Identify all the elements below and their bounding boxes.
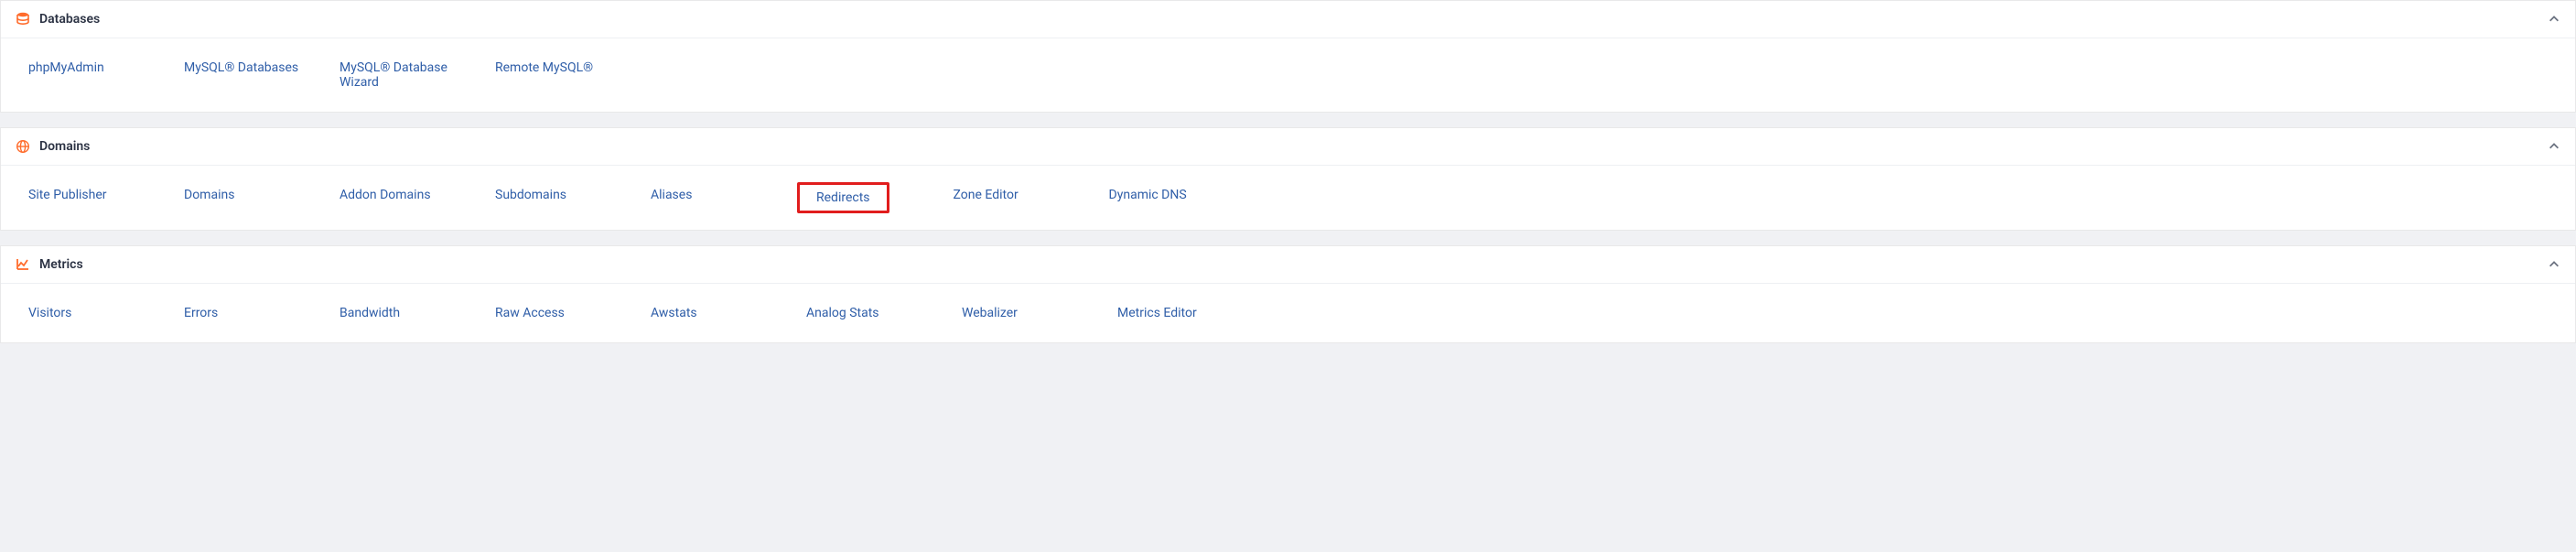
- panel-title-databases: Databases: [39, 12, 100, 27]
- link-subdomains[interactable]: Subdomains: [486, 182, 641, 213]
- link-dynamic-dns[interactable]: Dynamic DNS: [1100, 182, 1256, 213]
- chart-icon: [16, 257, 30, 272]
- link-remote-mysql[interactable]: Remote MySQL®: [486, 55, 641, 95]
- link-domains[interactable]: Domains: [175, 182, 330, 213]
- panel-header-left: Databases: [16, 12, 100, 27]
- panel-title-domains: Domains: [39, 139, 90, 154]
- link-site-publisher[interactable]: Site Publisher: [19, 182, 175, 213]
- link-raw-access[interactable]: Raw Access: [486, 300, 641, 326]
- link-webalizer[interactable]: Webalizer: [953, 300, 1108, 326]
- link-metrics-editor[interactable]: Metrics Editor: [1108, 300, 1264, 326]
- link-mysql-databases[interactable]: MySQL® Databases: [175, 55, 330, 95]
- panel-header-metrics[interactable]: Metrics: [1, 246, 2575, 284]
- panel-header-left: Domains: [16, 139, 90, 154]
- chevron-up-icon[interactable]: [2548, 258, 2560, 271]
- panel-title-metrics: Metrics: [39, 257, 83, 272]
- panel-body-databases: phpMyAdmin MySQL® Databases MySQL® Datab…: [1, 38, 2575, 112]
- globe-icon: [16, 139, 30, 154]
- panel-databases: Databases phpMyAdmin MySQL® Databases My…: [0, 0, 2576, 113]
- link-visitors[interactable]: Visitors: [19, 300, 175, 326]
- link-addon-domains[interactable]: Addon Domains: [330, 182, 486, 213]
- link-analog-stats[interactable]: Analog Stats: [797, 300, 953, 326]
- panel-domains: Domains Site Publisher Domains Addon Dom…: [0, 127, 2576, 231]
- link-redirects[interactable]: Redirects: [797, 182, 889, 213]
- link-awstats[interactable]: Awstats: [641, 300, 797, 326]
- database-icon: [16, 12, 30, 27]
- chevron-up-icon[interactable]: [2548, 140, 2560, 153]
- link-errors[interactable]: Errors: [175, 300, 330, 326]
- link-bandwidth[interactable]: Bandwidth: [330, 300, 486, 326]
- link-mysql-database-wizard[interactable]: MySQL® Database Wizard: [330, 55, 486, 95]
- panel-body-domains: Site Publisher Domains Addon Domains Sub…: [1, 166, 2575, 230]
- link-zone-editor[interactable]: Zone Editor: [944, 182, 1100, 213]
- panel-header-left: Metrics: [16, 257, 83, 272]
- link-aliases[interactable]: Aliases: [641, 182, 797, 213]
- link-phpmyadmin[interactable]: phpMyAdmin: [19, 55, 175, 95]
- panel-header-databases[interactable]: Databases: [1, 1, 2575, 38]
- panel-header-domains[interactable]: Domains: [1, 128, 2575, 166]
- panel-body-metrics: Visitors Errors Bandwidth Raw Access Aws…: [1, 284, 2575, 342]
- panel-metrics: Metrics Visitors Errors Bandwidth Raw Ac…: [0, 245, 2576, 343]
- chevron-up-icon[interactable]: [2548, 13, 2560, 26]
